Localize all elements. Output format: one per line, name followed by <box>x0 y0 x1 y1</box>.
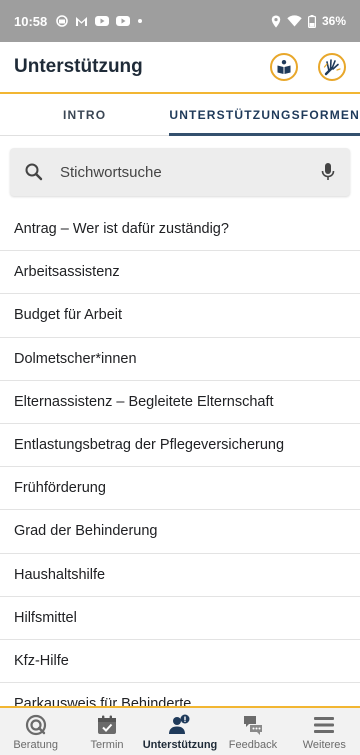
calendar-icon <box>96 713 118 737</box>
list-item[interactable]: Grad der Behinderung <box>0 510 360 554</box>
list-item[interactable]: Antrag – Wer ist dafür zuständig? <box>0 208 360 252</box>
nav-label: Weiteres <box>302 738 346 751</box>
wifi-icon <box>287 15 302 27</box>
status-left: 10:58 <box>14 14 143 29</box>
tab-bar: INTRO UNTERSTÜTZUNGSFORMEN <box>0 94 360 136</box>
people-icon <box>168 713 192 737</box>
battery-icon <box>307 14 316 28</box>
nav-item-termin[interactable]: Termin <box>71 708 142 755</box>
list-item[interactable]: Budget für Arbeit <box>0 294 360 338</box>
list-item[interactable]: Kfz-Hilfe <box>0 640 360 684</box>
location-icon <box>271 15 281 28</box>
list-item[interactable]: Hilfsmittel <box>0 597 360 640</box>
topic-list: Antrag – Wer ist dafür zuständig? Arbeit… <box>0 208 360 727</box>
microphone-icon[interactable] <box>320 162 336 182</box>
status-bar: 10:58 36% <box>0 0 360 42</box>
dot-icon <box>137 18 143 24</box>
nav-label: Unterstützung <box>142 738 218 751</box>
bottom-navigation: Beratung Termin Unterstützung Feedback W… <box>0 706 360 755</box>
menu-icon <box>313 713 335 737</box>
beratung-icon <box>25 713 47 737</box>
app-actions <box>270 53 346 81</box>
nav-label: Termin <box>90 738 124 751</box>
search-placeholder: Stichwortsuche <box>60 163 162 181</box>
easy-language-icon <box>277 60 291 74</box>
youtube-icon <box>116 16 131 26</box>
nav-item-unterstuetzung[interactable]: Unterstützung <box>142 708 218 755</box>
app-bar: Unterstützung <box>0 42 360 94</box>
youtube-icon <box>95 16 110 26</box>
app-notification-icon <box>56 15 69 27</box>
search-input[interactable]: Stichwortsuche <box>10 148 350 196</box>
nav-item-beratung[interactable]: Beratung <box>0 708 71 755</box>
sign-language-button[interactable] <box>318 53 346 81</box>
status-right: 36% <box>271 14 346 28</box>
nav-label: Beratung <box>13 738 58 751</box>
gmail-icon <box>75 16 88 27</box>
nav-item-weiteres[interactable]: Weiteres <box>289 708 360 755</box>
page-title: Unterstützung <box>14 56 143 77</box>
list-item[interactable]: Elternassistenz – Begleitete Elternschaf… <box>0 381 360 424</box>
feedback-icon <box>242 713 264 737</box>
list-item[interactable]: Arbeitsassistenz <box>0 251 360 295</box>
sign-language-icon <box>323 59 341 76</box>
list-item[interactable]: Entlastungsbetrag der Pflegeversicherung <box>0 424 360 468</box>
list-item[interactable]: Frühförderung <box>0 467 360 511</box>
search-icon <box>25 163 43 181</box>
list-item[interactable]: Haushaltshilfe <box>0 554 360 597</box>
nav-label: Feedback <box>228 738 278 751</box>
battery-percentage: 36% <box>321 14 346 28</box>
nav-item-feedback[interactable]: Feedback <box>217 708 288 755</box>
tab-intro[interactable]: INTRO <box>0 94 169 135</box>
status-time: 10:58 <box>14 13 48 29</box>
list-item[interactable]: Dolmetscher*innen <box>0 338 360 381</box>
easy-language-button[interactable] <box>270 53 298 81</box>
tab-unterstuetzungsformen[interactable]: UNTERSTÜTZUNGSFORMEN <box>169 94 360 136</box>
